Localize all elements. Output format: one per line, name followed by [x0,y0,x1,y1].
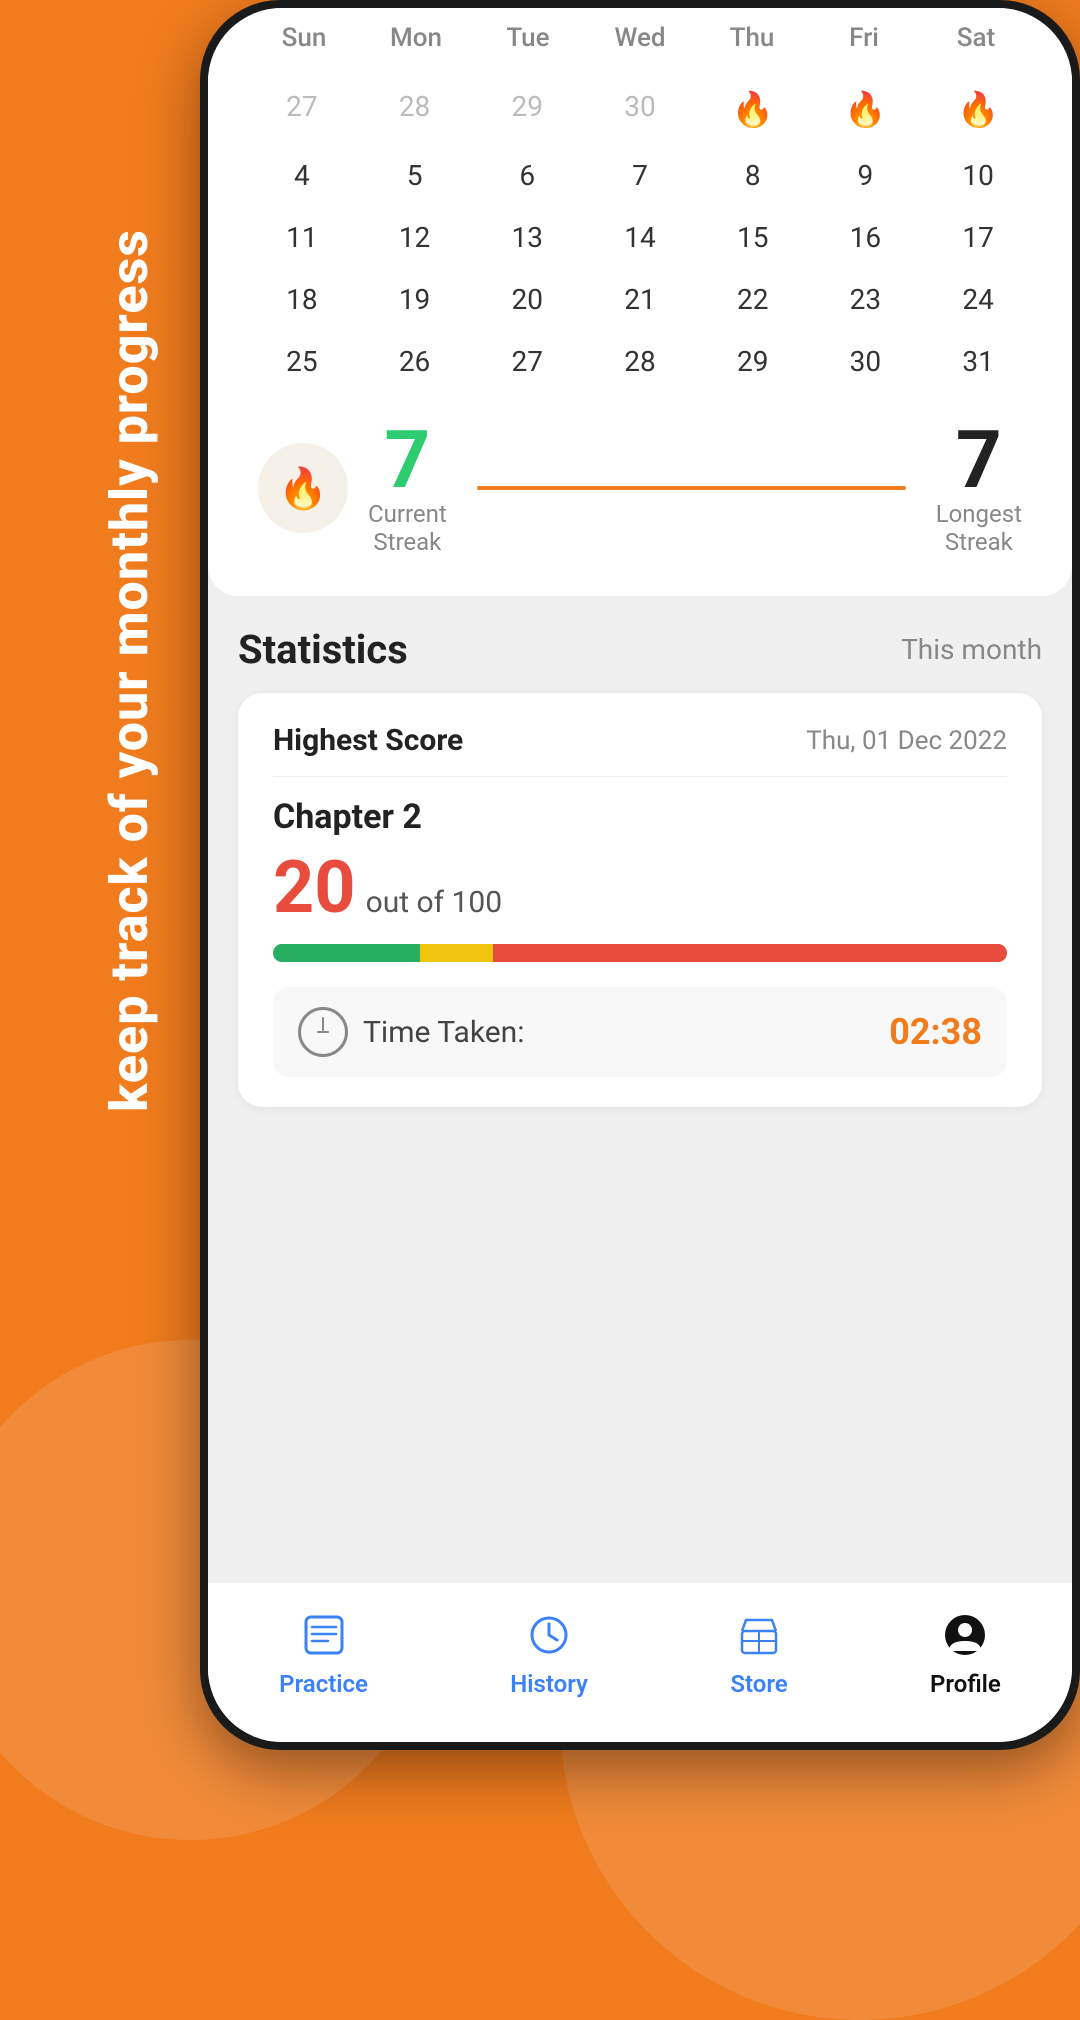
cal-cell-5: 5 [361,147,469,204]
statistics-title: Statistics [238,626,408,673]
longest-streak: 7 LongestStreak [936,420,1022,556]
practice-label: Practice [279,1670,368,1698]
score-value-row: 20 out of 100 [273,852,1007,924]
cal-cell-10: 10 [924,147,1032,204]
chapter-label: Chapter 2 [273,797,1007,837]
nav-item-practice[interactable]: Practice [279,1607,368,1698]
cal-cell-16: 16 [812,209,920,266]
cal-cell-fire-sat: 🔥 [924,78,1032,142]
empty-space [208,1127,1072,1582]
store-icon [732,1607,787,1662]
side-text-label: keep track of your monthly progress [101,229,158,1112]
cal-cell-7: 7 [586,147,694,204]
cal-cell-21: 21 [586,271,694,328]
progress-bar [273,944,1007,962]
cal-cell-17: 17 [924,209,1032,266]
calendar-section: Sun Mon Tue Wed Thu Fri Sat 27 28 29 30 … [208,8,1072,596]
cal-cell-30-curr: 30 [812,333,920,390]
history-icon [522,1607,577,1662]
cal-cell-28: 28 [361,78,469,142]
cal-cell-12: 12 [361,209,469,266]
statistics-section: Statistics This month Highest Score Thu,… [208,596,1072,1127]
store-label: Store [730,1670,787,1698]
flame-circle: 🔥 [258,443,348,533]
cal-header-thu: Thu [696,8,808,68]
cal-cell-29: 29 [473,78,581,142]
longest-streak-label: LongestStreak [936,500,1022,556]
cal-cell-29-curr: 29 [699,333,807,390]
score-date: Thu, 01 Dec 2022 [806,726,1007,756]
current-streak-label: CurrentStreak [368,500,447,556]
progress-yellow [420,944,493,962]
cal-header-wed: Wed [584,8,696,68]
cal-cell-4: 4 [248,147,356,204]
cal-cell-14: 14 [586,209,694,266]
cal-cell-27: 27 [248,78,356,142]
cal-header-tue: Tue [472,8,584,68]
cal-cell-27-curr: 27 [473,333,581,390]
streak-info: 7 CurrentStreak 7 LongestStreak [368,420,1022,556]
cal-cell-22: 22 [699,271,807,328]
nav-item-profile[interactable]: Profile [930,1607,1001,1698]
screen-content: Sun Mon Tue Wed Thu Fri Sat 27 28 29 30 … [208,8,1072,1742]
cal-cell-20: 20 [473,271,581,328]
progress-red [493,944,1007,962]
profile-label: Profile [930,1670,1001,1698]
cal-cell-25: 25 [248,333,356,390]
cal-cell-9: 9 [812,147,920,204]
cal-cell-18: 18 [248,271,356,328]
cal-header-sat: Sat [920,8,1032,68]
phone-frame: Sun Mon Tue Wed Thu Fri Sat 27 28 29 30 … [200,0,1080,1750]
cal-cell-30-prev: 30 [586,78,694,142]
cal-cell-13: 13 [473,209,581,266]
score-number: 20 [273,852,356,924]
streak-row: 🔥 7 CurrentStreak 7 LongestStreak [248,390,1032,566]
history-label: History [510,1670,588,1698]
cal-header-sun: Sun [248,8,360,68]
cal-cell-15: 15 [699,209,807,266]
score-card: Highest Score Thu, 01 Dec 2022 Chapter 2… [238,693,1042,1107]
cal-header-fri: Fri [808,8,920,68]
practice-icon [296,1607,351,1662]
nav-item-history[interactable]: History [510,1607,588,1698]
cal-cell-11: 11 [248,209,356,266]
cal-cell-fire-fri: 🔥 [812,78,920,142]
score-out-of: out of 100 [366,885,502,920]
progress-green [273,944,420,962]
calendar-grid: 27 28 29 30 🔥 🔥 🔥 4 5 6 [248,78,1032,390]
phone-inner: Sun Mon Tue Wed Thu Fri Sat 27 28 29 30 … [208,8,1072,1742]
time-taken-row: Time Taken: 02:38 [273,987,1007,1077]
cal-cell-23: 23 [812,271,920,328]
profile-icon [938,1607,993,1662]
cal-cell-24: 24 [924,271,1032,328]
statistics-period: This month [901,633,1042,666]
statistics-header: Statistics This month [238,626,1042,673]
time-taken-left: Time Taken: [298,1007,524,1057]
nav-item-store[interactable]: Store [730,1607,787,1698]
current-streak-value: 7 [368,420,447,500]
score-card-header: Highest Score Thu, 01 Dec 2022 [273,723,1007,777]
cal-cell-28-curr: 28 [586,333,694,390]
bottom-nav: Practice History [208,1582,1072,1742]
cal-header-mon: Mon [360,8,472,68]
cal-cell-19: 19 [361,271,469,328]
time-taken-label: Time Taken: [363,1015,524,1050]
cal-cell-6: 6 [473,147,581,204]
calendar-header: Sun Mon Tue Wed Thu Fri Sat [248,8,1032,68]
flame-icon: 🔥 [278,465,328,512]
streak-divider [477,486,906,490]
clock-icon [298,1007,348,1057]
highest-score-label: Highest Score [273,723,463,758]
cal-cell-fire-thu: 🔥 [699,78,807,142]
cal-cell-26: 26 [361,333,469,390]
cal-cell-31: 31 [924,333,1032,390]
longest-streak-value: 7 [936,420,1022,500]
current-streak: 7 CurrentStreak [368,420,447,556]
time-value: 02:38 [889,1011,982,1053]
cal-cell-8: 8 [699,147,807,204]
